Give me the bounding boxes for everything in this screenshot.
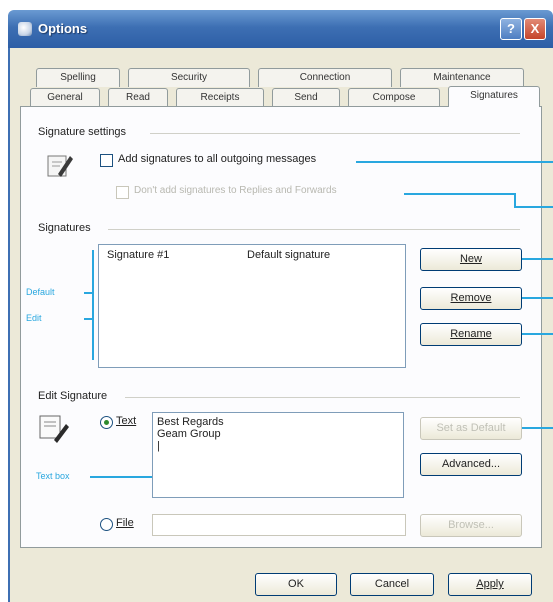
divider (125, 397, 520, 398)
callout-line-add-signatures (356, 161, 553, 163)
edit-signature-label: Edit Signature (38, 390, 108, 402)
dont-add-to-replies-label: Don't add signatures to Replies and Forw… (134, 185, 337, 196)
signature-item-status: Default signature (247, 249, 331, 261)
file-radio-label: File (116, 517, 134, 529)
file-option-text: File (116, 517, 134, 529)
cancel-button[interactable]: Cancel (350, 573, 434, 596)
callout-line-edit (84, 318, 94, 320)
callout-label-edit: Edit (26, 313, 42, 323)
callout-line-set-default (522, 427, 553, 429)
tab-security[interactable]: Security (128, 68, 250, 87)
signature-item-name[interactable]: Signature #1 (107, 249, 169, 261)
signatures-list[interactable]: Signature #1 Default signature (98, 244, 406, 368)
tab-receipts[interactable]: Receipts (176, 88, 264, 107)
text-radio[interactable] (100, 416, 113, 429)
close-button[interactable]: X (524, 18, 546, 40)
tab-connection[interactable]: Connection (258, 68, 392, 87)
signatures-label: Signatures (38, 222, 91, 234)
divider (108, 229, 520, 230)
callout-line-text-box (90, 476, 152, 478)
new-button-label: New (459, 253, 482, 265)
dont-add-to-replies-checkbox[interactable] (116, 186, 129, 199)
tab-send[interactable]: Send (272, 88, 340, 107)
file-radio[interactable] (100, 518, 113, 531)
add-signatures-checkbox[interactable] (100, 154, 113, 167)
signature-settings-label: Signature settings (38, 126, 127, 138)
tab-read[interactable]: Read (108, 88, 168, 107)
edit-signature-icon (39, 415, 69, 443)
title-bar: Options ? X (8, 10, 553, 48)
text-radio-label: Text (116, 415, 136, 427)
signature-pen-icon (47, 155, 73, 177)
browse-button[interactable]: Browse... (420, 514, 522, 537)
tab-maintenance[interactable]: Maintenance (400, 68, 524, 87)
apply-button[interactable]: Apply (448, 573, 532, 596)
apply-button-label: Apply (476, 578, 504, 590)
window-title: Options (38, 21, 88, 36)
new-button[interactable]: New (420, 248, 522, 271)
tab-spelling[interactable]: Spelling (36, 68, 120, 87)
advanced-button[interactable]: Advanced... (420, 453, 522, 476)
callout-line-dont-add (404, 193, 514, 195)
callout-line-default (84, 292, 94, 294)
rename-button[interactable]: Rename (420, 323, 522, 346)
options-window-icon (18, 22, 32, 36)
text-option-text: Text (116, 415, 137, 427)
callout-line-rename (522, 333, 553, 335)
callout-label-default: Default (26, 287, 55, 297)
add-signatures-label: Add signatures to all outgoing messages (118, 153, 317, 165)
callout-line-dont-add-vertical (514, 193, 516, 207)
ok-button[interactable]: OK (255, 573, 337, 596)
file-path-input[interactable] (152, 514, 406, 536)
tab-compose[interactable]: Compose (348, 88, 440, 107)
callout-line-dont-add-end (514, 206, 553, 208)
callout-bracket-signatures (92, 250, 94, 360)
tab-general[interactable]: General (30, 88, 100, 107)
tab-signatures[interactable]: Signatures (448, 86, 540, 107)
remove-button[interactable]: Remove (420, 287, 522, 310)
help-button[interactable]: ? (500, 18, 522, 40)
callout-line-new (522, 258, 553, 260)
divider (150, 133, 520, 134)
set-as-default-button[interactable]: Set as Default (420, 417, 522, 440)
callout-line-remove (522, 297, 553, 299)
rename-button-label: Rename (450, 328, 492, 340)
remove-button-label: Remove (450, 292, 492, 304)
signature-text-box[interactable]: Best Regards Geam Group | (152, 412, 404, 498)
callout-label-text-box: Text box (36, 471, 70, 481)
